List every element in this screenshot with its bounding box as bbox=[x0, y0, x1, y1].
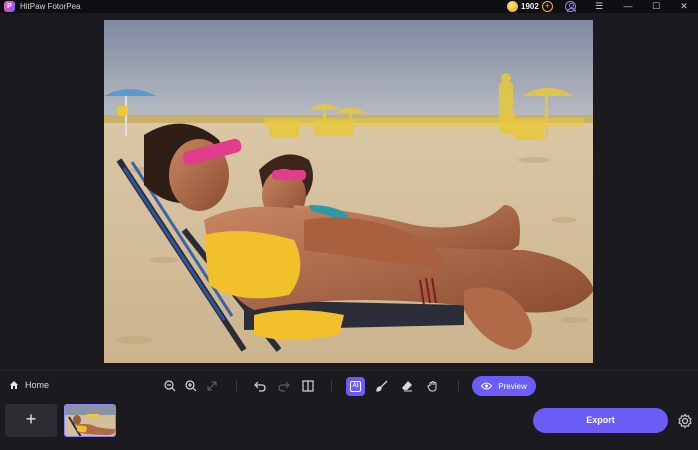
coin-count: 1902 bbox=[521, 2, 539, 11]
coin-icon bbox=[507, 1, 518, 12]
zoom-in-button[interactable] bbox=[183, 378, 199, 394]
home-button[interactable]: Home bbox=[9, 380, 49, 390]
menu-button[interactable]: ☰ bbox=[588, 0, 610, 13]
eraser-icon bbox=[402, 381, 412, 392]
hand-icon bbox=[427, 381, 437, 392]
toolbar-divider bbox=[331, 380, 332, 392]
eye-icon bbox=[481, 382, 493, 390]
preview-label: Preview bbox=[498, 381, 527, 391]
minimize-button[interactable]: — bbox=[617, 0, 639, 13]
app-logo-icon: P bbox=[4, 1, 15, 12]
photo-preview[interactable] bbox=[104, 20, 593, 363]
home-icon bbox=[10, 381, 18, 389]
maximize-button[interactable]: ☐ bbox=[645, 0, 667, 13]
add-image-button[interactable]: + bbox=[5, 404, 57, 437]
thumbnail-image bbox=[65, 405, 115, 436]
editor-canvas[interactable] bbox=[0, 13, 698, 370]
eraser-button[interactable] bbox=[399, 378, 415, 394]
fit-screen-button[interactable] bbox=[204, 378, 220, 394]
app-title: HitPaw FotorPea bbox=[20, 2, 81, 11]
filmstrip: + Export bbox=[0, 400, 698, 450]
gear-icon bbox=[678, 413, 692, 429]
home-label: Home bbox=[25, 380, 50, 390]
beach-photo bbox=[104, 20, 593, 363]
export-button[interactable]: Export bbox=[533, 408, 668, 433]
compare-icon bbox=[302, 380, 314, 392]
image-thumbnail[interactable] bbox=[64, 404, 116, 437]
hand-tool-button[interactable] bbox=[425, 378, 441, 394]
brush-button[interactable] bbox=[374, 378, 390, 394]
app-logo-letter: P bbox=[7, 3, 12, 10]
add-coins-button[interactable]: + bbox=[541, 1, 553, 12]
zoom-out-icon bbox=[164, 380, 176, 392]
toolbar-divider bbox=[458, 380, 459, 392]
coin-balance[interactable]: 1902 + bbox=[507, 0, 553, 13]
brush-icon bbox=[376, 380, 388, 392]
ai-icon: AI bbox=[350, 381, 361, 392]
settings-button[interactable] bbox=[677, 413, 693, 429]
undo-icon bbox=[254, 381, 266, 392]
title-bar: P HitPaw FotorPea 1902 + ☰ — ☐ ✕ bbox=[0, 0, 698, 13]
toolbar-divider bbox=[236, 380, 237, 392]
preview-button[interactable]: Preview bbox=[472, 376, 536, 396]
redo-button[interactable] bbox=[276, 378, 292, 394]
close-button[interactable]: ✕ bbox=[673, 0, 695, 13]
expand-icon bbox=[207, 381, 217, 391]
ai-select-button[interactable]: AI bbox=[346, 377, 365, 396]
account-icon[interactable] bbox=[565, 1, 576, 12]
redo-icon bbox=[278, 381, 290, 392]
zoom-in-icon bbox=[185, 380, 197, 392]
compare-button[interactable] bbox=[300, 378, 316, 394]
zoom-out-button[interactable] bbox=[162, 378, 178, 394]
undo-button[interactable] bbox=[252, 378, 268, 394]
bottom-toolbar: Home AI Preview bbox=[0, 370, 698, 400]
